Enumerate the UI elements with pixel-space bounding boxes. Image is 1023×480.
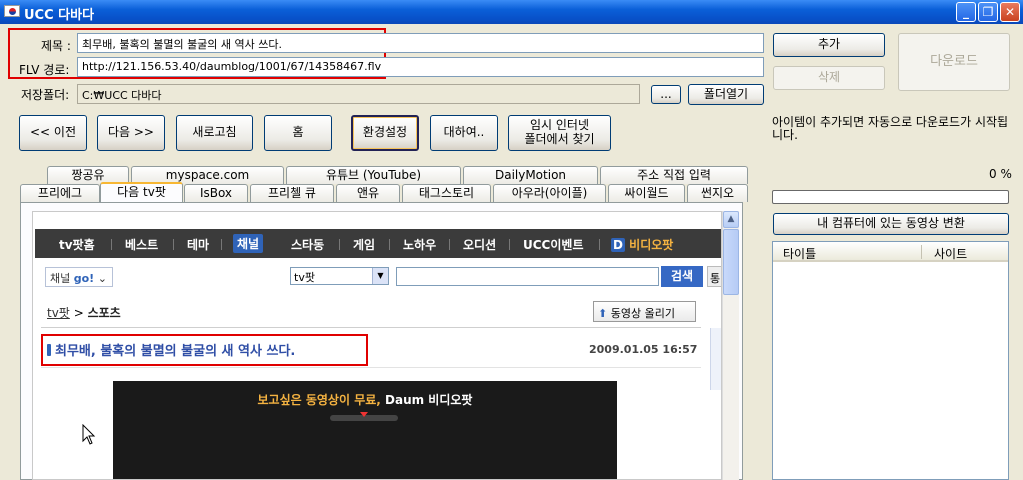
- scroll-up-icon[interactable]: ▲: [723, 211, 739, 228]
- nav-knowhow[interactable]: 노하우: [403, 236, 436, 253]
- search-scope-select[interactable]: tv팟 ▼: [290, 267, 389, 285]
- search-button[interactable]: 검색: [661, 266, 703, 287]
- tab-tagstory[interactable]: 태그스토리: [402, 184, 491, 202]
- title-field[interactable]: 최무배, 불혹의 불멸의 불굴의 새 역사 쓰다.: [77, 33, 764, 53]
- refresh-button[interactable]: 새로고침: [176, 115, 253, 151]
- web-view[interactable]: tv팟홈 베스트 테마 채널 스타동 게임 노하우 오디션 UCC이벤트 D 비…: [32, 211, 722, 480]
- flv-path-label: FLV 경로:: [19, 63, 70, 77]
- tab-youtube[interactable]: 유튜브 (YouTube): [286, 166, 461, 184]
- nav-ucc-event[interactable]: UCC이벤트: [523, 236, 583, 253]
- site-navbar: tv팟홈 베스트 테마 채널 스타동 게임 노하우 오디션 UCC이벤트 D 비…: [35, 229, 721, 258]
- integrated-search-button[interactable]: 통: [707, 266, 721, 287]
- about-button[interactable]: 대하여..: [430, 115, 498, 151]
- title-label: 제목 :: [41, 39, 71, 53]
- tab-isbox[interactable]: IsBox: [184, 184, 248, 202]
- post-date: 2009.01.05 16:57: [589, 343, 698, 356]
- side-panel: [710, 328, 721, 390]
- restore-button[interactable]: ❐: [978, 2, 998, 22]
- open-folder-button[interactable]: 폴더열기: [688, 84, 764, 105]
- dropdown-arrow-icon: ▼: [372, 268, 388, 284]
- auto-download-info: 아이템이 추가되면 자동으로 다운로드가 시작됩니다.: [772, 115, 1009, 142]
- chevron-down-icon: ⌄: [97, 272, 107, 285]
- add-button[interactable]: 추가: [773, 33, 885, 57]
- save-folder-label: 저장폴더:: [21, 88, 70, 102]
- column-title[interactable]: 타이틀: [783, 245, 816, 262]
- download-list[interactable]: 타이틀 사이트: [772, 241, 1009, 480]
- post-title-text: 최무배, 불혹의 불멸의 불굴의 새 역사 쓰다.: [55, 344, 296, 359]
- nav-game[interactable]: 게임: [353, 236, 375, 253]
- crumb-tvpot[interactable]: tv팟: [47, 306, 70, 320]
- progress-percent: 0 %: [989, 167, 1012, 181]
- tab-freechal[interactable]: 프리첼 큐: [250, 184, 334, 202]
- tab-daum-tvpot[interactable]: 다음 tv팟: [100, 182, 183, 202]
- flv-path-field[interactable]: http://121.156.53.40/daumblog/1001/67/14…: [77, 57, 764, 77]
- settings-button[interactable]: 환경설정: [351, 115, 419, 151]
- upload-video-button[interactable]: ⬆ 동영상 올리기: [593, 301, 696, 322]
- app-flag-icon: [4, 5, 20, 17]
- temp-internet-folder-button[interactable]: 임시 인터넷 폴더에서 찾기: [508, 115, 611, 151]
- crumb-separator: >: [73, 306, 84, 320]
- scroll-thumb[interactable]: [723, 229, 739, 295]
- temp-folder-line1: 임시 인터넷: [529, 118, 589, 133]
- video-indicator-icon: [360, 412, 368, 417]
- divider: [41, 367, 701, 368]
- tab-sunjio[interactable]: 썬지오: [687, 184, 748, 202]
- search-scope-value: tv팟: [294, 271, 315, 284]
- title-bar: UCC 다바다 _ ❐ ✕: [0, 0, 1023, 24]
- temp-folder-line2: 폴더에서 찾기: [524, 132, 595, 146]
- tab-dailymotion[interactable]: DailyMotion: [463, 166, 598, 184]
- web-scrollbar[interactable]: ▲: [722, 211, 739, 480]
- prev-button[interactable]: << 이전: [19, 115, 87, 151]
- nav-star[interactable]: 스타동: [291, 236, 324, 253]
- minimize-button[interactable]: _: [956, 2, 976, 22]
- column-site[interactable]: 사이트: [934, 245, 967, 262]
- save-folder-field: C:₩UCC 다바다: [77, 84, 640, 104]
- divider: [41, 327, 701, 328]
- channel-go-label: go!: [73, 272, 95, 285]
- browse-folder-button[interactable]: ...: [651, 85, 681, 104]
- list-header: 타이틀 사이트: [773, 242, 1008, 262]
- crumb-sports[interactable]: 스포츠: [88, 306, 121, 320]
- nav-videopot-label: 비디오팟: [629, 238, 674, 252]
- nav-tvpot-home[interactable]: tv팟홈: [59, 236, 95, 253]
- next-button[interactable]: 다음 >>: [97, 115, 165, 151]
- nav-best[interactable]: 베스트: [125, 236, 158, 253]
- tab-aura[interactable]: 아우라(아이플): [493, 184, 606, 202]
- mouse-cursor-icon: [82, 424, 96, 445]
- video-banner: 보고싶은 동영상이 무료, Daum 비디오팟: [113, 391, 617, 408]
- search-input[interactable]: [396, 267, 659, 286]
- convert-video-button[interactable]: 내 컴퓨터에 있는 동영상 변환: [773, 213, 1009, 235]
- close-button[interactable]: ✕: [1000, 2, 1020, 22]
- download-progress-bar: [772, 190, 1009, 204]
- channel-label: 채널: [50, 272, 71, 285]
- nav-audition[interactable]: 오디션: [463, 236, 496, 253]
- video-banner-a: 보고싶은 동영상이 무료,: [257, 393, 381, 407]
- channel-go-select[interactable]: 채널 go! ⌄: [45, 267, 113, 287]
- tab-cyworld[interactable]: 싸이월드: [608, 184, 685, 202]
- download-button[interactable]: 다운로드: [898, 33, 1010, 91]
- delete-button[interactable]: 삭제: [773, 66, 885, 90]
- nav-videopot[interactable]: D 비디오팟: [611, 236, 673, 253]
- post-title: 최무배, 불혹의 불멸의 불굴의 새 역사 쓰다.: [47, 340, 295, 359]
- tab-nu[interactable]: 앤유: [336, 184, 400, 202]
- daum-d-icon: D: [611, 238, 625, 252]
- tab-direct-url[interactable]: 주소 직접 입력: [600, 166, 748, 184]
- nav-channel[interactable]: 채널: [233, 234, 264, 253]
- breadcrumb: tv팟 > 스포츠: [47, 304, 121, 321]
- home-button[interactable]: 홈: [264, 115, 332, 151]
- window-title: UCC 다바다: [24, 8, 95, 23]
- upload-label: 동영상 올리기: [610, 307, 675, 320]
- tab-freeegg[interactable]: 프리에그: [20, 184, 100, 202]
- upload-icon: ⬆: [598, 307, 608, 320]
- nav-theme[interactable]: 테마: [187, 236, 209, 253]
- video-player[interactable]: 보고싶은 동영상이 무료, Daum 비디오팟: [113, 381, 617, 479]
- video-banner-b: Daum 비디오팟: [380, 393, 473, 407]
